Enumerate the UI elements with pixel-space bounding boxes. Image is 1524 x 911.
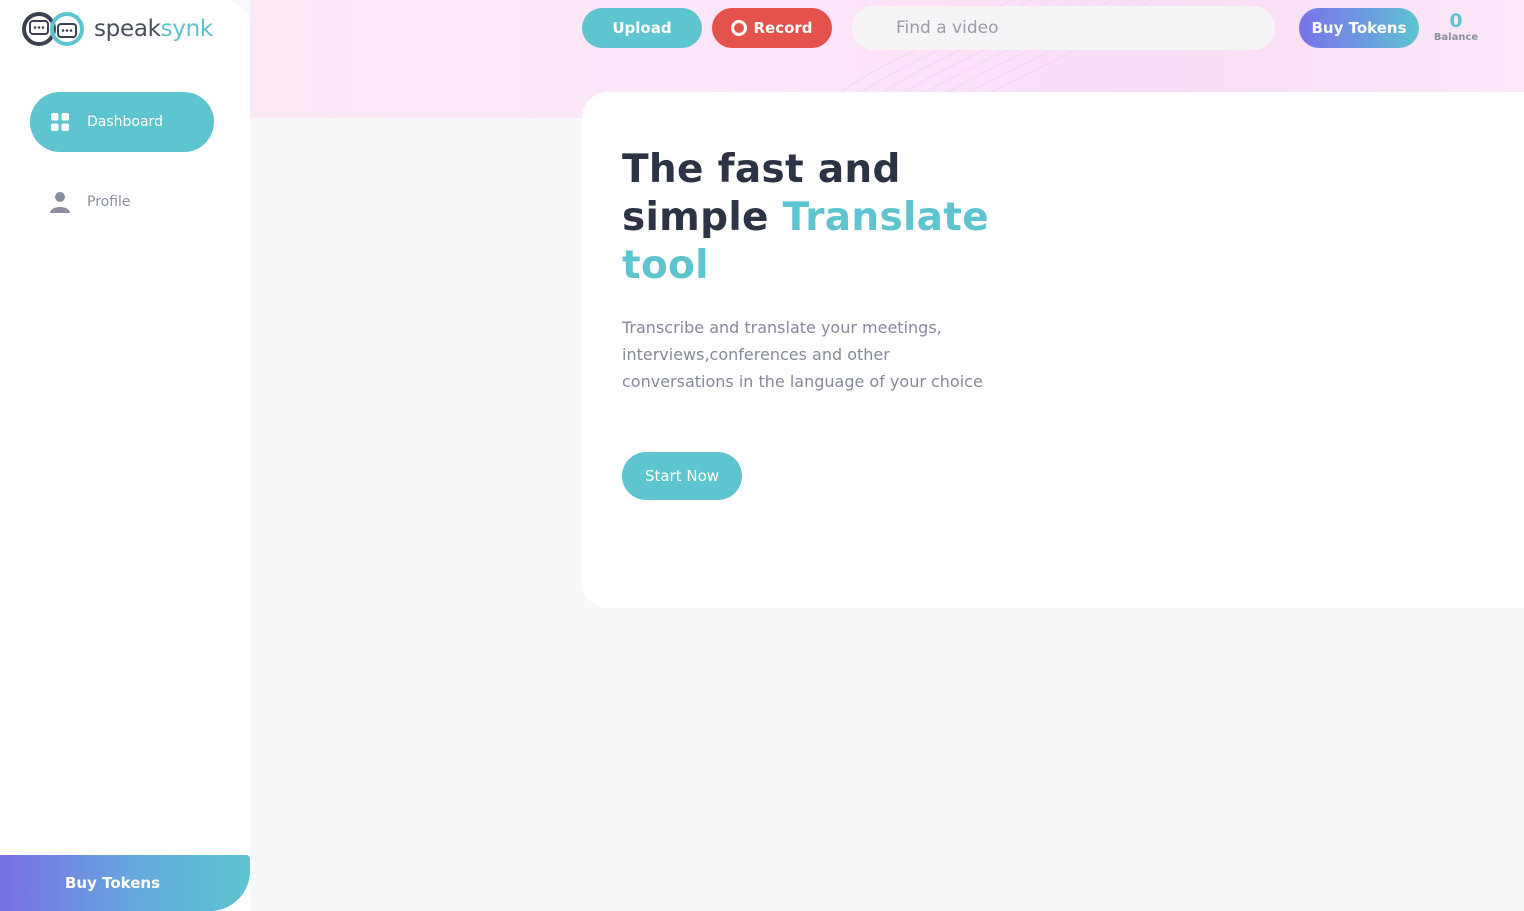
brand-name-part2: synk (160, 16, 214, 42)
search-input[interactable] (852, 6, 1275, 50)
hero-description: Transcribe and translate your meetings, … (622, 318, 983, 391)
sidebar: speaksynk Dashboard Profile Buy Tokens (0, 0, 250, 911)
record-label: Record (753, 19, 813, 37)
user-icon (50, 192, 70, 213)
brand-name: speaksynk (94, 16, 213, 42)
sidebar-item-label: Profile (87, 194, 131, 210)
sidebar-item-label: Dashboard (87, 114, 163, 130)
balance-label: Balance (1433, 32, 1479, 43)
speaksynk-logo-icon (22, 12, 84, 46)
start-now-button[interactable]: Start Now (622, 452, 742, 500)
grid-icon (50, 112, 70, 132)
hero-title: The fast and simple Translate tool (622, 146, 1042, 290)
brand-name-part1: speak (94, 16, 161, 42)
brand-logo[interactable]: speaksynk (20, 10, 213, 48)
balance-value: 0 (1449, 10, 1463, 32)
header-buy-tokens-button[interactable]: Buy Tokens (1299, 8, 1419, 48)
token-balance: 0 Balance (1430, 10, 1482, 44)
sidebar-item-profile[interactable]: Profile (30, 172, 214, 232)
record-button[interactable]: Record (712, 8, 832, 48)
hero-card: The fast and simple Translate tool Trans… (582, 92, 1524, 608)
upload-button[interactable]: Upload (582, 8, 702, 48)
sidebar-buy-tokens-button[interactable]: Buy Tokens (0, 855, 250, 911)
record-icon (731, 20, 748, 36)
sidebar-item-dashboard[interactable]: Dashboard (30, 92, 214, 152)
